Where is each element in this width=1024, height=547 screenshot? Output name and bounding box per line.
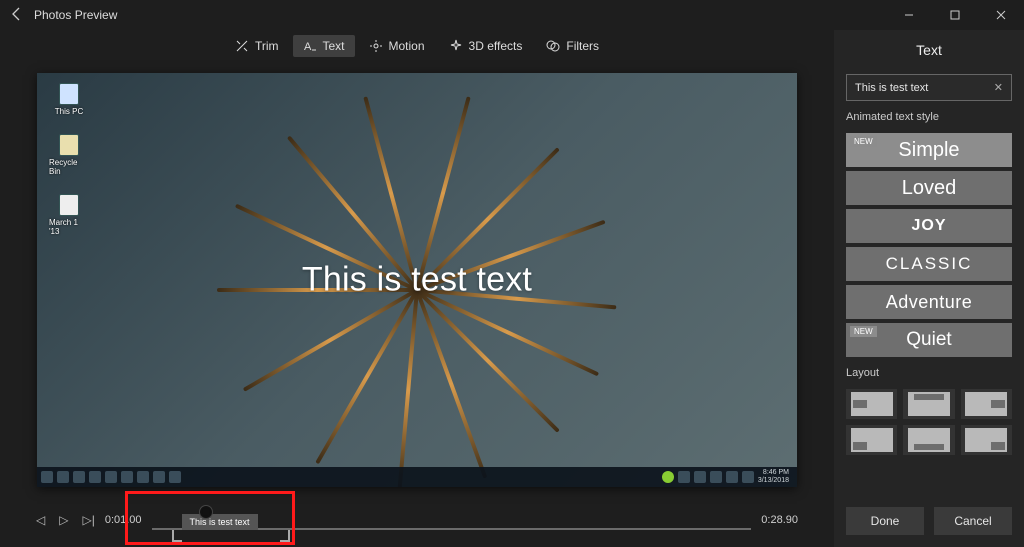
layout-section-label: Layout (846, 367, 1012, 379)
layout-bottom[interactable] (903, 425, 954, 455)
style-adventure[interactable]: Adventure (846, 285, 1012, 319)
layout-bottom-left[interactable] (846, 425, 897, 455)
total-time: 0:28.90 (761, 514, 798, 526)
maximize-button[interactable] (932, 0, 978, 30)
editor-pane: Trim A Text Motion 3D effects Filters (0, 30, 834, 547)
edit-toolbar: Trim A Text Motion 3D effects Filters (0, 30, 834, 62)
video-preview[interactable]: This PC Recycle Bin March 1 '13 (37, 73, 797, 487)
arrow-left-icon (9, 6, 25, 22)
close-button[interactable] (978, 0, 1024, 30)
3d-label: 3D effects (469, 39, 523, 53)
trim-label: Trim (255, 39, 279, 53)
layout-top[interactable] (903, 389, 954, 419)
style-new-badge: NEW (850, 326, 877, 337)
layout-left[interactable] (846, 389, 897, 419)
filters-icon (546, 39, 560, 53)
current-time: 0:01.00 (105, 514, 142, 526)
motion-tool[interactable]: Motion (359, 35, 435, 57)
style-new-badge: NEW (850, 136, 877, 147)
layout-right[interactable] (961, 389, 1012, 419)
title-bar: Photos Preview (0, 0, 1024, 30)
clip-end-handle[interactable] (280, 530, 290, 542)
text-icon: A (303, 39, 317, 53)
style-simple[interactable]: NEW Simple (846, 133, 1012, 167)
trim-icon (235, 39, 249, 53)
clip-start-handle[interactable] (172, 530, 182, 542)
sparkle-icon (449, 39, 463, 53)
trim-tool[interactable]: Trim (225, 35, 289, 57)
window-controls (886, 0, 1024, 30)
style-section-label: Animated text style (846, 111, 1012, 123)
text-input[interactable]: This is test text ✕ (846, 74, 1012, 101)
done-button[interactable]: Done (846, 507, 924, 535)
filters-tool[interactable]: Filters (536, 35, 609, 57)
layout-grid (846, 389, 1012, 455)
text-tool[interactable]: A Text (293, 35, 355, 57)
taskbar: 8:46 PM3/13/2018 (37, 467, 797, 487)
cancel-button[interactable]: Cancel (934, 507, 1012, 535)
motion-label: Motion (389, 39, 425, 53)
text-label: Text (323, 39, 345, 53)
style-classic[interactable]: CLASSIC (846, 247, 1012, 281)
text-clip[interactable]: This is test text (182, 514, 258, 530)
style-loved[interactable]: Loved (846, 171, 1012, 205)
next-frame-button[interactable]: ▷| (82, 513, 94, 527)
text-sidebar: Text This is test text ✕ Animated text s… (834, 30, 1024, 547)
prev-frame-button[interactable]: ◁ (36, 513, 45, 527)
filters-label: Filters (566, 39, 599, 53)
back-button[interactable] (0, 6, 34, 25)
play-button[interactable]: ▷ (59, 513, 68, 527)
3d-effects-tool[interactable]: 3D effects (439, 35, 533, 57)
timeline-track[interactable]: This is test text (152, 500, 752, 540)
app-title: Photos Preview (34, 8, 117, 22)
text-input-value: This is test text (855, 82, 928, 94)
sidebar-title: Text (846, 42, 1012, 58)
playhead[interactable] (200, 506, 212, 518)
svg-text:A: A (304, 41, 312, 53)
motion-icon (369, 39, 383, 53)
style-joy[interactable]: JOY (846, 209, 1012, 243)
layout-bottom-right[interactable] (961, 425, 1012, 455)
overlay-text: This is test text (302, 260, 532, 299)
desktop-icon: This PC (49, 83, 89, 116)
desktop-icons: This PC Recycle Bin March 1 '13 (49, 83, 89, 236)
style-quiet[interactable]: NEW Quiet (846, 323, 1012, 357)
minimize-button[interactable] (886, 0, 932, 30)
clear-text-button[interactable]: ✕ (994, 81, 1003, 94)
desktop-icon: March 1 '13 (49, 194, 89, 236)
desktop-icon: Recycle Bin (49, 134, 89, 176)
timeline: ◁ ▷ ▷| 0:01.00 This is test text 0:28.90 (0, 487, 834, 547)
